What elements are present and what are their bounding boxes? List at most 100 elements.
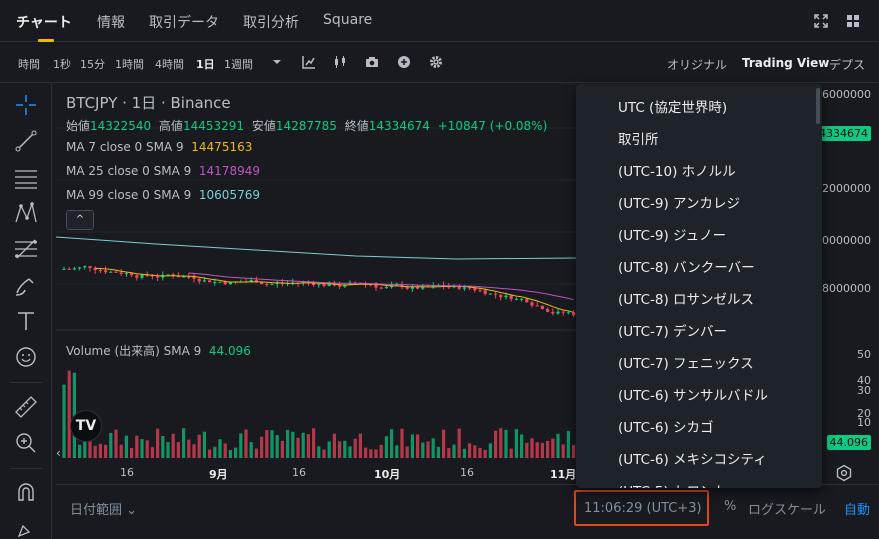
tab-trade-analysis[interactable]: 取引分析 (243, 12, 299, 32)
timezone-option[interactable]: (UTC-6) シカゴ (618, 416, 714, 436)
volume-bar (176, 442, 180, 458)
volume-legend[interactable]: Volume (出来高) SMA 9 44.096 (66, 342, 251, 359)
volume-bar (254, 448, 258, 458)
volume-bar (353, 438, 357, 458)
timeframe-4h[interactable]: 4時間 (155, 56, 184, 72)
menu-scrollbar[interactable] (816, 88, 820, 124)
tab-chart[interactable]: チャート (16, 12, 72, 32)
timezone-option[interactable]: (UTC-6) メキシコシティ (618, 448, 767, 468)
magnet-icon[interactable] (13, 480, 39, 506)
timezone-option[interactable]: (UTC-7) デンバー (618, 320, 727, 340)
expand-icon[interactable] (814, 14, 828, 28)
volume-bar (291, 431, 295, 458)
candle-body (525, 298, 529, 303)
timezone-menu: UTC (協定世界時) 取引所 (UTC-10) ホノルル (UTC-9) アン… (576, 84, 822, 488)
chart-settings-icon[interactable] (835, 464, 853, 482)
brush-icon[interactable] (13, 272, 39, 298)
crosshair-icon[interactable] (13, 92, 39, 118)
volume-bar (421, 442, 425, 458)
trend-line-icon[interactable] (13, 128, 39, 154)
text-icon[interactable] (13, 308, 39, 334)
volume-bar (213, 446, 217, 458)
tab-trade-data[interactable]: 取引データ (149, 12, 219, 32)
timezone-option[interactable]: (UTC-8) ロサンゼルス (618, 288, 754, 308)
timezone-option[interactable]: (UTC-10) ホノルル (618, 160, 736, 180)
date-range-button[interactable]: 日付範囲 ⌄ (70, 499, 137, 518)
chart-toolbar: 時間 1秒 15分 1時間 4時間 1日 1週間 オリジナル Trading V… (0, 43, 879, 83)
pattern-icon[interactable] (13, 200, 39, 226)
view-tradingview[interactable]: Trading View (742, 56, 829, 70)
ruler-icon[interactable] (13, 394, 39, 420)
tab-info[interactable]: 情報 (97, 12, 125, 32)
volume-bar (566, 430, 570, 458)
candle-body (78, 267, 82, 269)
timezone-option[interactable]: (UTC-6) サンサルバドル (618, 384, 768, 404)
volume-bar (405, 446, 409, 458)
ohlc-values: 始値14322540 高値14453291 安値14287785 終値14334… (66, 117, 551, 134)
collapse-legend-button[interactable]: ^ (66, 210, 94, 230)
percent-toggle[interactable]: % (724, 499, 736, 514)
candle-body (83, 266, 87, 268)
emoji-icon[interactable] (13, 344, 39, 370)
grid-icon[interactable] (846, 14, 860, 28)
timeframe-1d[interactable]: 1日 (196, 56, 215, 72)
active-tab-indicator (38, 39, 54, 42)
current-time: 11:06:29 (UTC+3) (584, 501, 702, 516)
candle-body (509, 295, 513, 300)
gear-icon[interactable] (429, 55, 443, 69)
plus-circle-icon[interactable] (397, 55, 411, 69)
timezone-option[interactable]: 取引所 (618, 128, 659, 148)
volume-bar (312, 428, 316, 458)
timeframe-1h[interactable]: 1時間 (115, 56, 144, 72)
timezone-option[interactable]: (UTC-7) フェニックス (618, 352, 754, 372)
candle-body (322, 284, 326, 287)
fib-icon[interactable] (13, 236, 39, 262)
volume-bar (265, 430, 269, 458)
timezone-button[interactable]: 11:06:29 (UTC+3) (574, 490, 709, 526)
horizontal-lines-icon[interactable] (13, 164, 39, 190)
zoom-in-icon[interactable] (13, 430, 39, 456)
indicator-icon[interactable] (302, 55, 316, 69)
volume-bar (520, 434, 524, 458)
close-value: 14334674 (368, 119, 430, 133)
ma99-legend[interactable]: MA 99 close 0 SMA 9 10605769 (66, 188, 260, 202)
camera-icon[interactable] (365, 55, 379, 69)
candle-body (488, 293, 492, 295)
timeframe-15m[interactable]: 15分 (80, 56, 105, 72)
volume-bar (306, 434, 310, 458)
volume-bar (182, 428, 186, 458)
lock-drawing-icon[interactable] (13, 514, 39, 539)
volume-bar (374, 449, 378, 458)
candle-type-icon[interactable] (333, 55, 347, 69)
scroll-left-icon[interactable]: ‹ (56, 446, 61, 460)
timezone-option[interactable]: UTC (協定世界時) (618, 96, 727, 116)
view-original[interactable]: オリジナル (667, 56, 727, 73)
volume-bar (239, 433, 243, 458)
timeframe-1s[interactable]: 1秒 (53, 56, 71, 72)
candle-body (130, 273, 134, 276)
volume-bar (494, 430, 498, 458)
ma25-legend[interactable]: MA 25 close 0 SMA 9 14178949 (66, 164, 260, 178)
volume-bar (301, 432, 305, 458)
volume-bar (150, 447, 154, 458)
candle-body (88, 266, 92, 268)
volume-bar (317, 446, 321, 458)
view-depth[interactable]: デプス (829, 56, 865, 73)
timezone-option[interactable]: (UTC-8) バンクーバー (618, 256, 755, 276)
volume-bar (130, 448, 134, 458)
timezone-option[interactable]: (UTC-9) アンカレジ (618, 192, 740, 212)
timeframe-1w[interactable]: 1週間 (224, 56, 253, 72)
auto-scale-toggle[interactable]: 自動 (844, 499, 870, 518)
chevron-down-icon[interactable] (270, 55, 284, 69)
open-value: 14322540 (90, 119, 152, 133)
log-scale-toggle[interactable]: ログスケール (748, 499, 826, 518)
ma7-legend[interactable]: MA 7 close 0 SMA 9 14475163 (66, 140, 252, 154)
volume-axis-label: 10 (857, 416, 871, 429)
candle-body (202, 280, 206, 282)
price-axis-label: 8000000 (822, 282, 871, 295)
price-axis-label: 2000000 (822, 182, 871, 195)
tab-square[interactable]: Square (323, 12, 372, 28)
timezone-option[interactable]: (UTC-9) ジュノー (618, 224, 726, 244)
timeframe-time[interactable]: 時間 (18, 56, 40, 72)
timezone-option[interactable]: (UTC-5) トロント (618, 480, 727, 488)
